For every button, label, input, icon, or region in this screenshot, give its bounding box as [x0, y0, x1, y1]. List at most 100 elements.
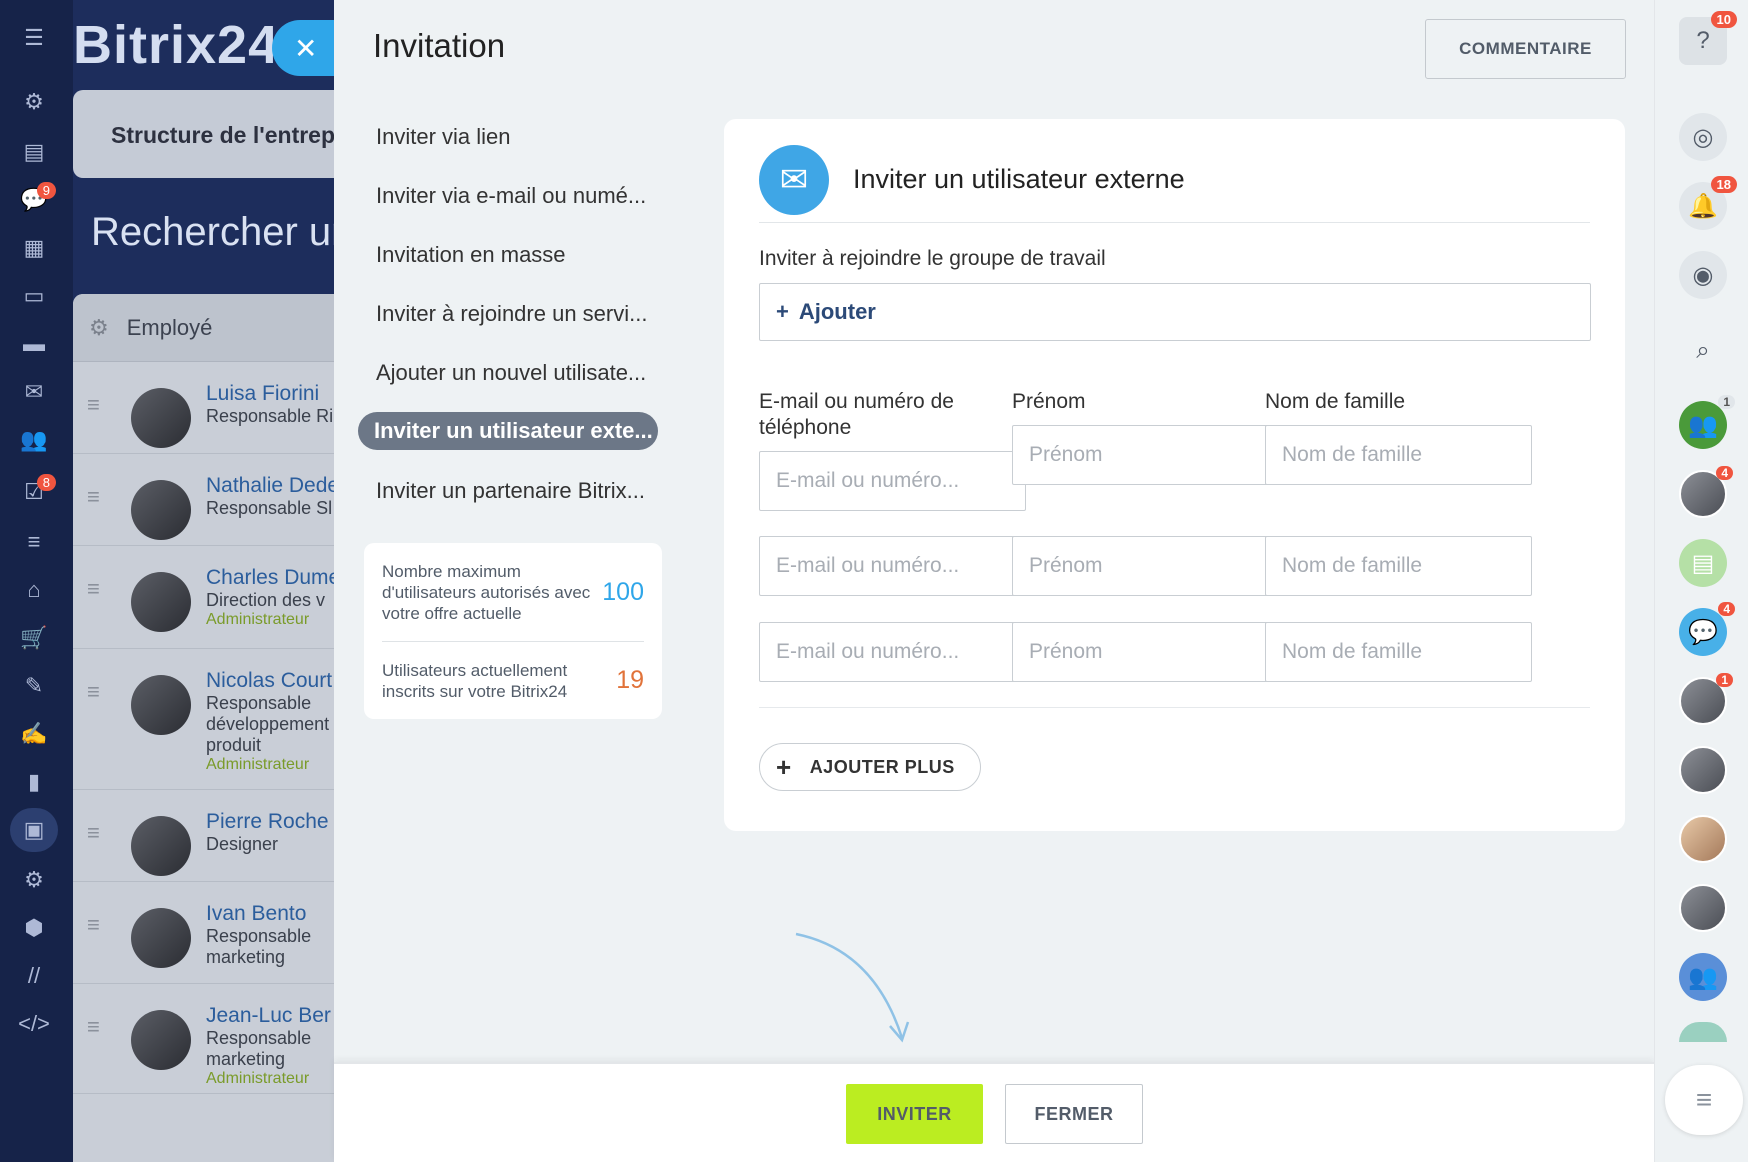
table-row[interactable]: ≡ Jean-Luc Ber Responsable marketing Adm…: [73, 984, 353, 1094]
hint-arrow-icon: [795, 932, 910, 1043]
admin-badge: Administrateur: [206, 611, 310, 628]
close-button[interactable]: FERMER: [1005, 1084, 1143, 1144]
chat-icon[interactable]: 💬 9: [10, 178, 58, 222]
external-user-card: ✉ Inviter un utilisateur externe Inviter…: [724, 119, 1625, 831]
last-name-field[interactable]: [1265, 536, 1532, 596]
panel-title: Invitation: [373, 27, 506, 64]
drag-handle-icon[interactable]: ≡: [87, 820, 100, 846]
table-row[interactable]: ≡ Ivan Bento Responsable marketing: [73, 882, 353, 984]
group-selector[interactable]: + Ajouter: [759, 283, 1591, 341]
drag-handle-icon[interactable]: ≡: [87, 679, 100, 705]
chat-search-icon[interactable]: ◉: [1679, 251, 1727, 299]
avatar: [131, 816, 191, 876]
drive-icon[interactable]: ▬: [10, 322, 58, 366]
table-row[interactable]: ≡ Luisa Fiorini Responsable Ri: [73, 362, 353, 454]
list-icon[interactable]: ≡: [1665, 1065, 1743, 1135]
first-name-field[interactable]: [1012, 425, 1279, 485]
drag-handle-icon[interactable]: ≡: [87, 1014, 100, 1040]
shop-icon[interactable]: 🛒: [10, 616, 58, 660]
search-icon[interactable]: ⌕: [1679, 327, 1727, 375]
company-icon[interactable]: ⌂: [10, 568, 58, 612]
drag-handle-icon[interactable]: ≡: [87, 576, 100, 602]
email-field[interactable]: [759, 536, 1026, 596]
structure-tab[interactable]: Structure de l'entrep: [73, 90, 353, 178]
last-name-column-label: Nom de famille: [1265, 390, 1406, 413]
gear-icon[interactable]: ⚙: [89, 315, 109, 341]
help-badge: 10: [1710, 11, 1737, 28]
news-icon[interactable]: ▤: [10, 130, 58, 174]
timeman-icon[interactable]: ◎: [1679, 113, 1727, 161]
employee-name[interactable]: Luisa Fiorini: [206, 382, 353, 406]
table-row[interactable]: ≡ Nathalie Dede Responsable Sl: [73, 454, 353, 546]
avatar[interactable]: 4: [1679, 466, 1733, 518]
avatar[interactable]: [1679, 815, 1727, 863]
employee-name[interactable]: Nicolas Court: [206, 669, 353, 693]
email-field[interactable]: [759, 451, 1026, 511]
group-chat-icon[interactable]: 👥 1: [1679, 395, 1735, 449]
email-field[interactable]: [759, 622, 1026, 682]
docs-icon[interactable]: ▭: [10, 274, 58, 318]
crm-icon[interactable]: ≡: [10, 520, 58, 564]
invite-button[interactable]: INVITER: [846, 1084, 983, 1144]
menu-item-invite-email[interactable]: Inviter via e-mail ou numé...: [358, 166, 658, 225]
employee-name[interactable]: Jean-Luc Ber: [206, 1004, 353, 1028]
admin-badge: Administrateur: [206, 756, 310, 773]
drag-handle-icon[interactable]: ≡: [87, 392, 100, 418]
add-more-button[interactable]: + AJOUTER PLUS: [759, 743, 981, 791]
bell-icon[interactable]: 🔔 18: [1679, 176, 1737, 230]
drag-handle-icon[interactable]: ≡: [87, 484, 100, 510]
analytics-icon[interactable]: ▮: [10, 760, 58, 804]
plus-icon: +: [776, 299, 789, 324]
avatar[interactable]: [1679, 884, 1727, 932]
general-chat-icon[interactable]: 💬 4: [1679, 602, 1735, 656]
table-row[interactable]: ≡ Pierre Roche Designer: [73, 790, 353, 882]
menu-item-join-department[interactable]: Inviter à rejoindre un servi...: [358, 284, 658, 343]
feed-icon[interactable]: ⚙: [10, 80, 58, 124]
group-label: Inviter à rejoindre le groupe de travail: [759, 247, 1106, 270]
table-row[interactable]: ≡ Charles Dume Direction des v Administr…: [73, 546, 353, 649]
calendar-icon[interactable]: ▦: [10, 226, 58, 270]
first-name-field[interactable]: [1012, 536, 1279, 596]
menu-item-invite-link[interactable]: Inviter via lien: [358, 107, 658, 166]
employee-role: Responsable Ri: [206, 406, 334, 426]
employees-icon[interactable]: ▣: [10, 808, 58, 852]
menu-item-mass-invite[interactable]: Invitation en masse: [358, 225, 658, 284]
tasks-icon[interactable]: ☑ 8: [10, 470, 58, 514]
employee-name[interactable]: Pierre Roche: [206, 810, 353, 834]
left-navigation: ☰ ⚙ ▤ 💬 9 ▦ ▭ ▬ ✉ 👥 ☑ 8 ≡ ⌂ 🛒 ✎ ✍ ▮ ▣ ⚙ ⬢ …: [0, 0, 73, 1162]
esign-icon[interactable]: ✍: [10, 712, 58, 756]
avatar[interactable]: 1: [1679, 673, 1733, 725]
comment-button[interactable]: COMMENTAIRE: [1425, 19, 1626, 79]
team-chat-icon[interactable]: 👥: [1679, 953, 1727, 1001]
notification-badge: 18: [1710, 176, 1737, 193]
employee-name[interactable]: Nathalie Dede: [206, 474, 353, 498]
sign-icon[interactable]: ✎: [10, 664, 58, 708]
notes-icon[interactable]: ▤: [1679, 539, 1727, 587]
menu-item-add-user[interactable]: Ajouter un nouvel utilisate...: [358, 343, 658, 402]
user-limits-box: Nombre maximum d'utilisateurs autorisés …: [364, 543, 662, 719]
drag-handle-icon[interactable]: ≡: [87, 912, 100, 938]
menu-item-external-user[interactable]: Inviter un utilisateur exte...: [358, 412, 658, 450]
first-name-field[interactable]: [1012, 622, 1279, 682]
menu-item-invite-partner[interactable]: Inviter un partenaire Bitrix...: [358, 461, 658, 520]
avatar[interactable]: [1679, 1022, 1727, 1042]
last-name-field[interactable]: [1265, 425, 1532, 485]
last-name-field[interactable]: [1265, 622, 1532, 682]
dev-icon[interactable]: </>: [10, 1002, 58, 1046]
sites-icon[interactable]: //: [10, 954, 58, 998]
avatar[interactable]: [1679, 746, 1727, 794]
groups-icon[interactable]: 👥: [10, 418, 58, 462]
employee-name[interactable]: Charles Dume: [206, 566, 353, 590]
employee-name[interactable]: Ivan Bento: [206, 902, 353, 926]
divider: [759, 707, 1590, 708]
max-users-value: 100: [602, 577, 644, 606]
table-row[interactable]: ≡ Nicolas Court Responsable développemen…: [73, 649, 353, 790]
mail-icon[interactable]: ✉: [10, 370, 58, 414]
market-icon[interactable]: ⬢: [10, 906, 58, 950]
invitation-menu: Inviter via lien Inviter via e-mail ou n…: [358, 107, 658, 520]
group-add-label[interactable]: Ajouter: [799, 299, 876, 325]
automation-icon[interactable]: ⚙: [10, 858, 58, 902]
help-icon[interactable]: ? 10: [1679, 11, 1737, 65]
menu-icon[interactable]: ☰: [10, 16, 58, 60]
max-users-label: Nombre maximum d'utilisateurs autorisés …: [382, 561, 591, 623]
